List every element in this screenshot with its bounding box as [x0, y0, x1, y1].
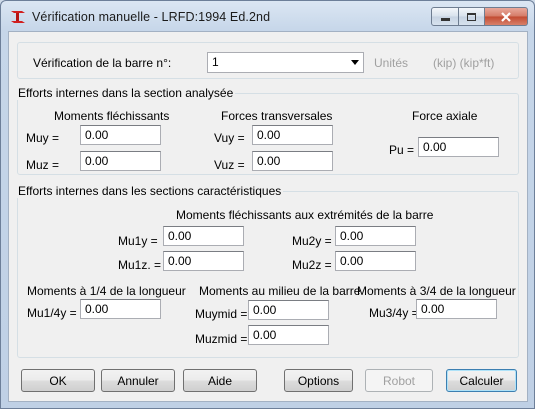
close-button[interactable] [485, 7, 528, 26]
bar-number-value: 1 [212, 55, 219, 69]
mu14y-label: Mu1/4y = [27, 306, 77, 320]
muzmid-label: Muzmid = [195, 332, 248, 346]
help-button[interactable]: Aide [183, 369, 257, 392]
mu2z-label: Mu2z = [292, 258, 332, 272]
units-value: (kip) (kip*ft) [433, 56, 495, 70]
shear-forces-header: Forces transversales [221, 109, 333, 123]
vuy-label: Vuy = [214, 131, 245, 145]
mu2z-field[interactable]: 0.00 [335, 251, 416, 271]
robot-button[interactable]: Robot [365, 369, 433, 392]
muz-field[interactable]: 0.00 [80, 151, 161, 171]
muzmid-field[interactable]: 0.00 [248, 325, 329, 345]
quarter-length-header: Moments à 1/4 de la longueur [27, 284, 186, 298]
close-icon [501, 11, 511, 22]
mu1z-label: Mu1z. = [118, 258, 162, 272]
minimize-icon [440, 18, 450, 21]
compute-button[interactable]: Calculer [446, 369, 517, 392]
muymid-field[interactable]: 0.00 [248, 300, 329, 320]
muymid-label: Muymid = [195, 307, 248, 321]
muy-label: Muy = [26, 131, 60, 145]
maximize-icon [467, 12, 476, 21]
section-forces-legend: Efforts internes dans la section analysé… [16, 86, 236, 100]
minimize-button[interactable] [431, 7, 459, 26]
ok-button[interactable]: OK [21, 369, 95, 392]
characteristic-forces-group: Efforts internes dans les sections carac… [16, 184, 519, 358]
vuy-field[interactable]: 0.00 [252, 125, 333, 145]
maximize-button[interactable] [459, 7, 485, 26]
mu2y-label: Mu2y = [292, 234, 332, 248]
window-title: Vérification manuelle - LRFD:1994 Ed.2nd [32, 10, 271, 24]
mu1y-field[interactable]: 0.00 [163, 226, 244, 246]
three-quarter-length-header: Moments à 3/4 de la longueur [357, 284, 516, 298]
mu1z-field[interactable]: 0.00 [163, 251, 244, 271]
axial-force-header: Force axiale [412, 109, 478, 123]
moments-header: Moments fléchissants [54, 109, 170, 123]
steel-i-beam-icon [11, 11, 25, 23]
dialog-window: Vérification manuelle - LRFD:1994 Ed.2nd… [0, 0, 535, 409]
section-forces-group: Efforts internes dans la section analysé… [16, 86, 519, 175]
options-button[interactable]: Options [284, 369, 353, 392]
muz-label: Muz = [26, 158, 60, 172]
characteristic-forces-legend: Efforts internes dans les sections carac… [16, 184, 284, 198]
units-label: Unités [374, 56, 409, 70]
dialog-body: Vérification de la barre n°: 1 Unités (k… [8, 31, 528, 402]
mu34y-field[interactable]: 0.00 [416, 299, 497, 319]
mid-length-header: Moments au milieu de la barre [199, 284, 361, 298]
mu34y-label: Mu3/4y = [369, 306, 419, 320]
bar-selection-group: Vérification de la barre n°: 1 Unités (k… [17, 42, 519, 79]
chevron-down-icon [351, 60, 359, 65]
mu1y-label: Mu1y = [118, 234, 158, 248]
muy-field[interactable]: 0.00 [80, 125, 161, 145]
bar-number-select[interactable]: 1 [207, 52, 364, 73]
pu-label: Pu = [389, 143, 415, 157]
vuz-label: Vuz = [214, 158, 245, 172]
mu2y-field[interactable]: 0.00 [335, 226, 416, 246]
bar-number-label: Vérification de la barre n°: [33, 56, 172, 70]
cancel-button[interactable]: Annuler [101, 369, 175, 392]
vuz-field[interactable]: 0.00 [252, 151, 333, 171]
title-bar[interactable]: Vérification manuelle - LRFD:1994 Ed.2nd [1, 1, 534, 31]
mu14y-field[interactable]: 0.00 [80, 299, 161, 319]
pu-field[interactable]: 0.00 [418, 137, 499, 157]
end-moments-header: Moments fléchissants aux extrémités de l… [176, 208, 434, 222]
